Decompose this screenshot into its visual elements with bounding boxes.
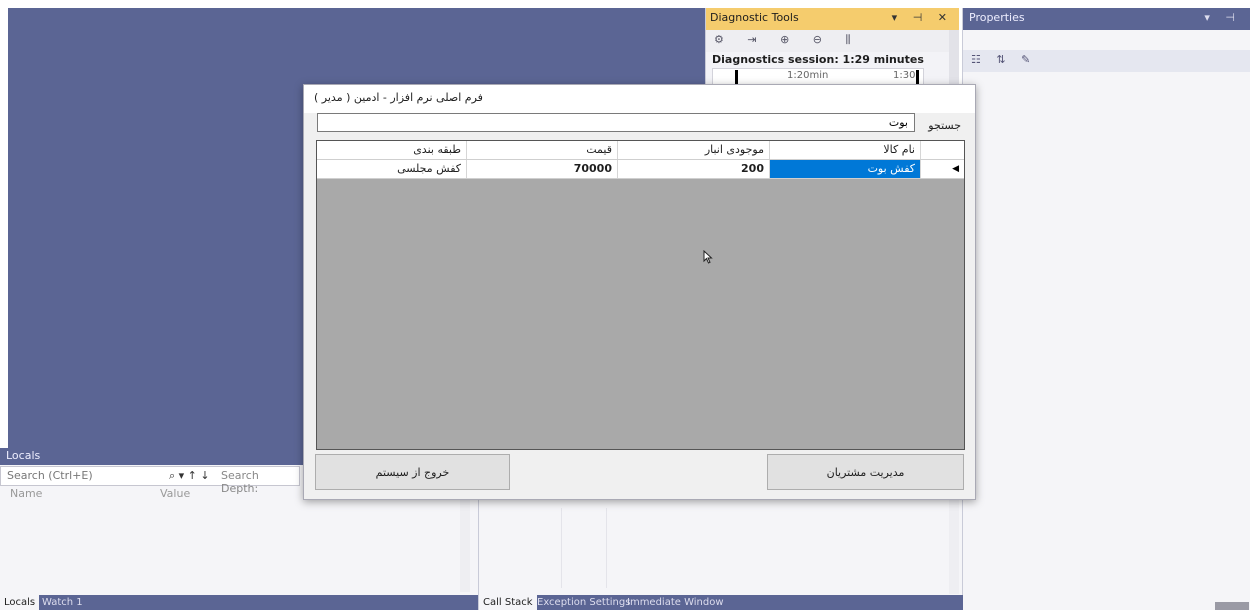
column-header-product-name[interactable]: نام کالا bbox=[770, 141, 921, 159]
locals-tab-strip: Locals Watch 1 bbox=[0, 595, 478, 610]
row-header[interactable]: ◀ bbox=[921, 160, 964, 178]
properties-toolbar[interactable]: ☷ ⇅ ✎ bbox=[963, 50, 1250, 72]
column-header-price[interactable]: قیمت bbox=[467, 141, 618, 159]
form-title: فرم اصلی نرم افزار - ادمین ( مدیر ) bbox=[314, 91, 483, 104]
row-pointer-icon: ◀ bbox=[952, 164, 959, 174]
panel-window-controls[interactable]: ▾ ⊣ bbox=[1204, 11, 1241, 24]
cell-price[interactable]: 70000 bbox=[467, 160, 618, 178]
locals-search-input[interactable]: Search (Ctrl+E) ⌕ ▾ ↑ ↓ Search Depth: bbox=[0, 466, 300, 495]
search-icon[interactable]: ⌕ ▾ ↑ ↓ bbox=[169, 469, 210, 483]
locals-scrollbar[interactable] bbox=[460, 486, 470, 592]
tab-call-stack[interactable]: Call Stack bbox=[479, 595, 537, 610]
locals-title: Locals bbox=[6, 449, 41, 462]
tab-locals[interactable]: Locals bbox=[0, 595, 40, 610]
timeline-marker-end bbox=[916, 70, 919, 84]
cell-stock[interactable]: 200 bbox=[618, 160, 770, 178]
table-row[interactable]: ◀ کفش بوت 200 70000 کفش مجلسی bbox=[317, 160, 964, 179]
tab-immediate-window[interactable]: Immediate Window bbox=[623, 595, 728, 610]
call-stack-panel: Call Stack Exception Settings Immediate … bbox=[478, 490, 963, 610]
products-grid[interactable]: نام کالا موجودی انبار قیمت طبقه بندی ◀ ک… bbox=[316, 140, 965, 450]
mouse-pointer-icon bbox=[703, 249, 713, 264]
properties-title: Properties bbox=[969, 11, 1025, 24]
properties-panel: Properties ▾ ⊣ ☷ ⇅ ✎ bbox=[962, 8, 1250, 610]
timeline-marker-start bbox=[735, 70, 738, 84]
diagnostic-tools-title: Diagnostic Tools bbox=[710, 11, 799, 24]
column-header-stock[interactable]: موجودی انبار bbox=[618, 141, 770, 159]
properties-titlebar: Properties ▾ ⊣ bbox=[963, 8, 1250, 30]
manage-customers-button[interactable]: مدیریت مشتریان bbox=[767, 454, 964, 490]
cell-category[interactable]: کفش مجلسی bbox=[317, 160, 467, 178]
diagnostics-session-label: Diagnostics session: 1:29 minutes bbox=[712, 53, 924, 66]
call-stack-grid bbox=[561, 508, 607, 588]
search-label: جستجو bbox=[928, 119, 961, 132]
search-input[interactable] bbox=[317, 113, 915, 132]
timeline-tick-label: 1:30 bbox=[893, 70, 916, 81]
panel-window-controls[interactable]: ▾ ⊣ ✕ bbox=[892, 11, 953, 24]
call-stack-scrollbar[interactable] bbox=[949, 490, 959, 594]
locals-column-headers: Name Value bbox=[0, 486, 300, 502]
column-header-value[interactable]: Value bbox=[160, 487, 190, 500]
cell-product-name[interactable]: کفش بوت bbox=[770, 160, 921, 178]
column-header-name[interactable]: Name bbox=[10, 487, 42, 500]
resize-grip[interactable] bbox=[1215, 602, 1249, 610]
locals-search-placeholder: Search (Ctrl+E) bbox=[7, 469, 93, 482]
diagnostic-toolbar[interactable]: ⚙ ⇥ ⊕ ⊖ ⫼ bbox=[706, 30, 959, 52]
tab-exception-settings[interactable]: Exception Settings bbox=[533, 595, 634, 610]
call-stack-tab-strip: Call Stack Exception Settings Immediate … bbox=[479, 595, 963, 610]
grid-header-row: نام کالا موجودی انبار قیمت طبقه بندی bbox=[317, 141, 964, 160]
properties-toolbar-icons[interactable]: ☷ ⇅ ✎ bbox=[971, 53, 1036, 66]
timeline-tick-label: 1:20min bbox=[787, 70, 829, 81]
diagnostic-tools-titlebar: Diagnostic Tools ▾ ⊣ ✕ bbox=[706, 8, 959, 30]
diagnostic-toolbar-icons[interactable]: ⚙ ⇥ ⊕ ⊖ ⫼ bbox=[714, 33, 861, 46]
form-titlebar: فرم اصلی نرم افزار - ادمین ( مدیر ) bbox=[304, 85, 975, 113]
main-form-dialog: فرم اصلی نرم افزار - ادمین ( مدیر ) جستج… bbox=[303, 84, 976, 500]
column-header-category[interactable]: طبقه بندی bbox=[317, 141, 467, 159]
exit-system-button[interactable]: خروج از سیستم bbox=[315, 454, 510, 490]
tab-watch-1[interactable]: Watch 1 bbox=[38, 595, 87, 610]
